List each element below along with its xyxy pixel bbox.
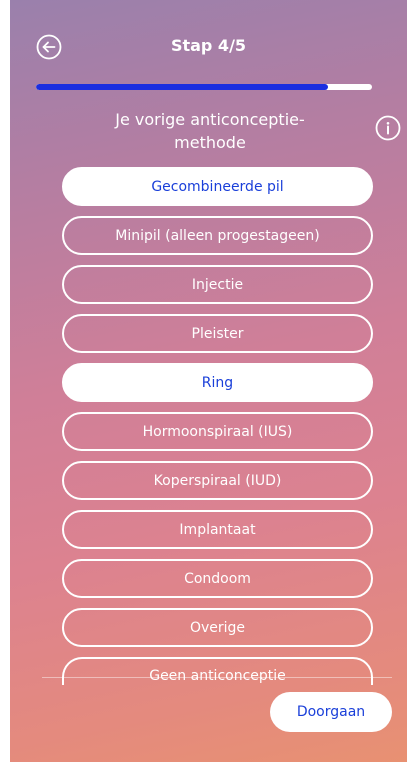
continue-button[interactable]: Doorgaan [270, 692, 392, 732]
option-list: Gecombineerde pil Minipil (alleen proges… [62, 167, 373, 695]
option-button[interactable]: Overige [62, 608, 373, 647]
info-circle-icon[interactable] [375, 115, 401, 141]
header: Stap 4/5 [10, 24, 407, 68]
option-button[interactable]: Gecombineerde pil [62, 167, 373, 206]
option-button[interactable]: Condoom [62, 559, 373, 598]
option-button[interactable]: Koperspiraal (IUD) [62, 461, 373, 500]
option-button[interactable]: Hormoonspiraal (IUS) [62, 412, 373, 451]
option-button[interactable]: Implantaat [62, 510, 373, 549]
progress-bar [36, 84, 372, 90]
option-button[interactable]: Injectie [62, 265, 373, 304]
option-button[interactable]: Ring [62, 363, 373, 402]
option-button[interactable]: Pleister [62, 314, 373, 353]
page-title: Stap 4/5 [170, 36, 247, 55]
footer-divider [42, 677, 392, 678]
app-screen: Stap 4/5 Je vorige anticonceptie-methode… [10, 0, 407, 762]
option-button[interactable]: Minipil (alleen progestageen) [62, 216, 373, 255]
progress-bar-fill [36, 84, 329, 90]
question-text: Je vorige anticonceptie-methode [115, 110, 305, 152]
option-button[interactable]: Geen anticonceptie [62, 657, 373, 685]
